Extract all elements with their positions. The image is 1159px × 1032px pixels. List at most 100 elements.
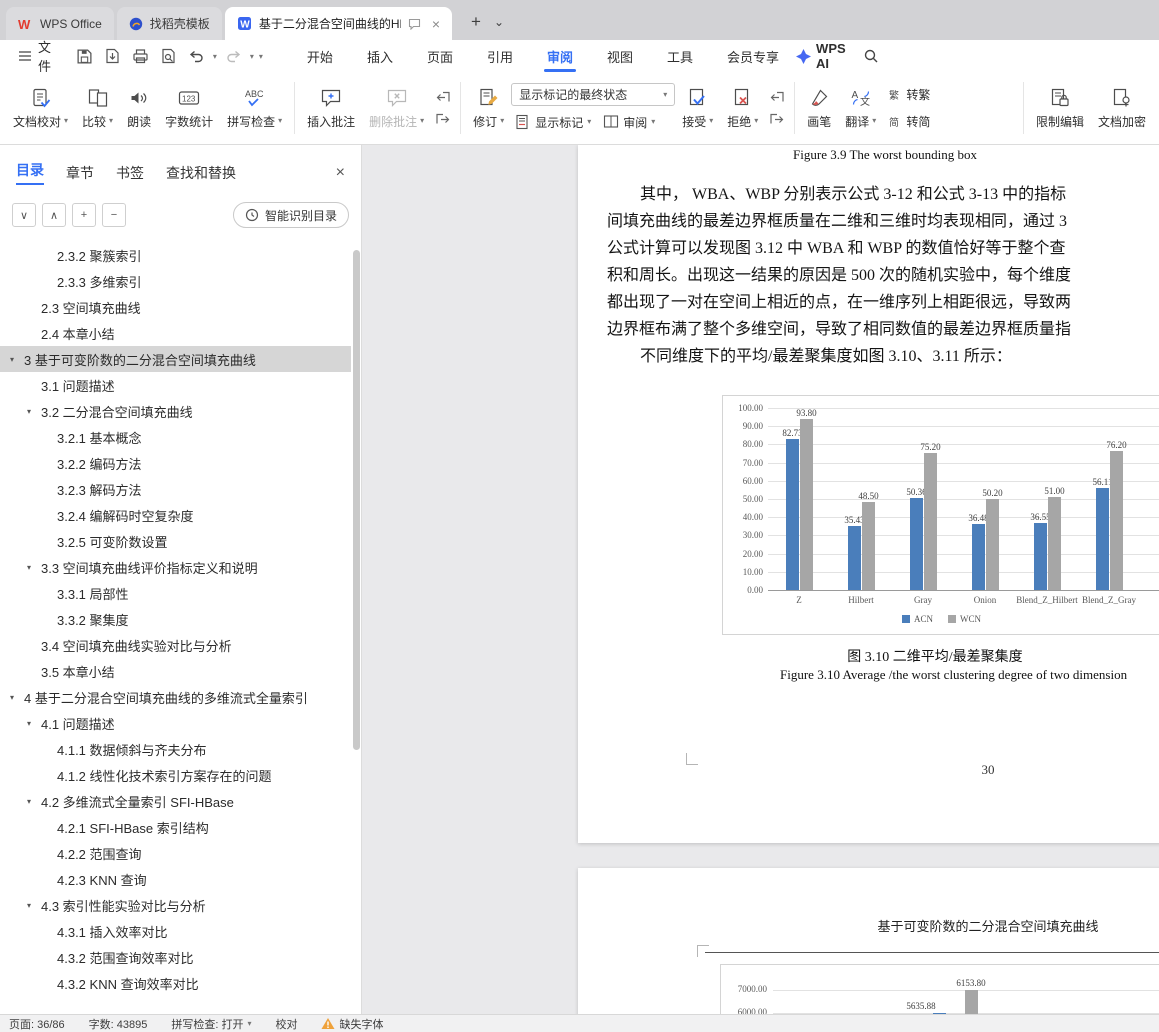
- missing-font-warning[interactable]: 缺失字体: [321, 1016, 383, 1032]
- tab-list-dropdown-icon[interactable]: ⌄: [489, 10, 509, 34]
- print-icon[interactable]: [128, 44, 153, 68]
- encrypt-button[interactable]: 文档加密: [1091, 77, 1153, 139]
- export-pdf-icon[interactable]: [100, 44, 125, 68]
- review-pane-button[interactable]: 审阅 ▾: [599, 111, 659, 133]
- toc-item[interactable]: 4.3.1 插入效率对比: [0, 918, 351, 944]
- show-markup-button[interactable]: 显示标记 ▾: [511, 111, 595, 133]
- close-panel-icon[interactable]: ×: [336, 164, 345, 182]
- previous-comment-icon[interactable]: [431, 89, 455, 106]
- word-count-button[interactable]: 123 字数统计: [158, 77, 220, 139]
- toc-item[interactable]: 2.3.3 多维索引: [0, 268, 351, 294]
- menu-tab-插入[interactable]: 插入: [350, 40, 410, 72]
- expand-all-button[interactable]: ∨: [12, 203, 36, 227]
- toc-item[interactable]: 2.3.2 聚簇索引: [0, 242, 351, 268]
- figure-chart-1[interactable]: 0.00 10.00 20.00 30.00 40.00 50.00 60.00 70.00 8…: [722, 395, 1159, 635]
- accept-button[interactable]: 接受 ▾: [675, 77, 720, 139]
- new-tab-button[interactable]: +: [463, 10, 489, 34]
- toc-item[interactable]: 3.4 空间填充曲线实验对比与分析: [0, 632, 351, 658]
- redo-icon[interactable]: [221, 44, 246, 68]
- menu-tab-引用[interactable]: 引用: [470, 40, 530, 72]
- compare-button[interactable]: 比较 ▾: [75, 77, 120, 139]
- translate-button[interactable]: A文 翻译 ▾: [838, 77, 883, 139]
- next-revision-icon[interactable]: [765, 111, 789, 128]
- save-icon[interactable]: [72, 44, 97, 68]
- toc-item[interactable]: ▾ 4.1 问题描述: [0, 710, 351, 736]
- toolbar-more-icon[interactable]: ▾: [258, 52, 264, 61]
- reject-button[interactable]: 拒绝 ▾: [720, 77, 765, 139]
- figure-chart-2[interactable]: 7000.00 6000.00 6153.80 5635.88: [720, 964, 1159, 1014]
- toc-item[interactable]: ▾ 3.3 空间填充曲线评价指标定义和说明: [0, 554, 351, 580]
- toc-item[interactable]: ▾ 4 基于二分混合空间填充曲线的多维流式全量索引: [0, 684, 351, 710]
- menu-tab-页面[interactable]: 页面: [410, 40, 470, 72]
- smart-toc-button[interactable]: 智能识别目录: [232, 202, 349, 228]
- menu-tab-会员专享[interactable]: 会员专享: [710, 40, 796, 72]
- spell-check-button[interactable]: ABC 拼写检查 ▾: [220, 77, 289, 139]
- zoom-in-button[interactable]: +: [72, 203, 96, 227]
- toc-item[interactable]: 4.2.2 范围查询: [0, 840, 351, 866]
- toc-item[interactable]: 4.1.2 线性化技术索引方案存在的问题: [0, 762, 351, 788]
- collapse-arrow-icon[interactable]: ▾: [10, 355, 24, 364]
- next-comment-icon[interactable]: [431, 111, 455, 128]
- to-simplified-button[interactable]: 简 转简: [883, 111, 934, 133]
- restrict-edit-button[interactable]: 限制编辑: [1029, 77, 1091, 139]
- toc-item[interactable]: 4.3.2 范围查询效率对比: [0, 944, 351, 970]
- toc-item[interactable]: 2.3 空间填充曲线: [0, 294, 351, 320]
- print-preview-icon[interactable]: [156, 44, 181, 68]
- collapse-all-button[interactable]: ∧: [42, 203, 66, 227]
- insert-comment-button[interactable]: 插入批注: [300, 77, 362, 139]
- collapse-arrow-icon[interactable]: ▾: [27, 563, 41, 572]
- toc-item[interactable]: 4.2.3 KNN 查询: [0, 866, 351, 892]
- toc-item[interactable]: ▾ 4.2 多维流式全量索引 SFI-HBase: [0, 788, 351, 814]
- tab-docer-template[interactable]: 找稻壳模板: [116, 7, 222, 40]
- to-traditional-button[interactable]: 繁 转繁: [883, 84, 934, 106]
- track-changes-button[interactable]: 修订 ▾: [466, 77, 511, 139]
- toc-item[interactable]: 3.2.1 基本概念: [0, 424, 351, 450]
- markup-state-combobox[interactable]: 显示标记的最终状态 ▾: [511, 83, 676, 106]
- search-icon[interactable]: [863, 48, 879, 64]
- tab-bookmarks[interactable]: 书签: [116, 163, 144, 183]
- collapse-arrow-icon[interactable]: ▾: [27, 407, 41, 416]
- read-aloud-button[interactable]: 朗读: [120, 77, 158, 139]
- toc-item[interactable]: 3.5 本章小结: [0, 658, 351, 684]
- word-count-indicator[interactable]: 字数: 43895: [89, 1016, 148, 1032]
- tab-close-icon[interactable]: ×: [432, 16, 440, 32]
- collapse-arrow-icon[interactable]: ▾: [27, 797, 41, 806]
- collapse-arrow-icon[interactable]: ▾: [10, 693, 24, 702]
- toc-item[interactable]: 4.1.1 数据倾斜与齐夫分布: [0, 736, 351, 762]
- menu-tab-开始[interactable]: 开始: [290, 40, 350, 72]
- toc-item[interactable]: 3.1 问题描述: [0, 372, 351, 398]
- toc-item[interactable]: ▾ 4.3 索引性能实验对比与分析: [0, 892, 351, 918]
- sidebar-scrollbar[interactable]: [353, 250, 360, 750]
- zoom-out-button[interactable]: −: [102, 203, 126, 227]
- tab-chapters[interactable]: 章节: [66, 163, 94, 183]
- page-indicator[interactable]: 页面: 36/86: [9, 1016, 65, 1032]
- toc-item[interactable]: 3.3.1 局部性: [0, 580, 351, 606]
- file-menu-button[interactable]: 文件: [10, 40, 66, 74]
- tab-current-document[interactable]: W 基于二分混合空间曲线的HBas ×: [224, 7, 452, 40]
- undo-dropdown-icon[interactable]: ▾: [212, 52, 218, 61]
- redo-dropdown-icon[interactable]: ▾: [249, 52, 255, 61]
- menu-tab-视图[interactable]: 视图: [590, 40, 650, 72]
- toc-item[interactable]: 3.2.2 编码方法: [0, 450, 351, 476]
- toc-item[interactable]: ▾ 3.2 二分混合空间填充曲线: [0, 398, 351, 424]
- tab-wps-office[interactable]: W WPS Office: [6, 7, 114, 40]
- toc-item[interactable]: 3.3.2 聚集度: [0, 606, 351, 632]
- ink-brush-button[interactable]: 画笔: [800, 77, 838, 139]
- menu-tab-审阅[interactable]: 审阅: [530, 40, 590, 72]
- delete-comment-button[interactable]: 删除批注 ▾: [362, 77, 431, 139]
- toc-item[interactable]: 2.4 本章小结: [0, 320, 351, 346]
- toc-item[interactable]: 3.2.5 可变阶数设置: [0, 528, 351, 554]
- toc-item[interactable]: 4.3.2 KNN 查询效率对比: [0, 970, 351, 996]
- toc-item[interactable]: ▾ 3 基于可变阶数的二分混合空间填充曲线: [0, 346, 351, 372]
- document-area[interactable]: Figure 3.9 The worst bounding box 其中， WB…: [363, 145, 1159, 1014]
- proofing-indicator[interactable]: 校对: [275, 1016, 297, 1032]
- doc-proof-button[interactable]: 文档校对 ▾: [6, 77, 75, 139]
- toc-item[interactable]: 3.2.4 编解码时空复杂度: [0, 502, 351, 528]
- collapse-arrow-icon[interactable]: ▾: [27, 719, 41, 728]
- tab-find-replace[interactable]: 查找和替换: [166, 163, 236, 183]
- undo-icon[interactable]: [184, 44, 209, 68]
- toc-item[interactable]: 4.2.1 SFI-HBase 索引结构: [0, 814, 351, 840]
- tab-contents[interactable]: 目录: [16, 160, 44, 185]
- toc-item[interactable]: 3.2.3 解码方法: [0, 476, 351, 502]
- spellcheck-indicator[interactable]: 拼写检查: 打开 ▾: [171, 1016, 251, 1032]
